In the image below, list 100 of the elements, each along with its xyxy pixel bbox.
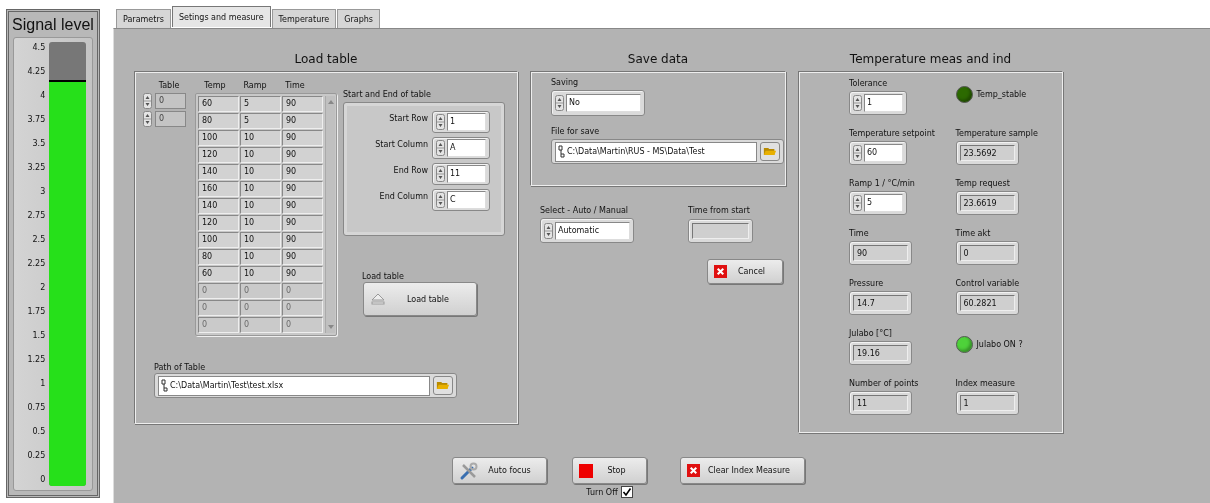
scale-label: 0.5 <box>31 427 46 437</box>
folder-icon <box>763 146 777 157</box>
table-cell[interactable]: 90 <box>282 249 323 265</box>
spin-arrows-icon[interactable] <box>555 95 564 111</box>
spin-arrows-icon[interactable] <box>436 192 445 208</box>
scale-label: 3.25 <box>26 163 46 173</box>
table-cell[interactable]: 10 <box>240 164 281 180</box>
path-field[interactable]: C:\Data\Martin\RUS - MS\Data\Test <box>555 141 757 162</box>
tab[interactable]: Parametrs <box>116 9 171 28</box>
table-cell[interactable]: 90 <box>282 181 323 197</box>
spin-arrows-icon[interactable] <box>853 195 862 211</box>
value-display: 90 <box>849 241 912 265</box>
auto-focus-button[interactable]: Auto focus <box>452 457 547 484</box>
table-cell[interactable]: 90 <box>282 164 323 180</box>
index-field[interactable]: 0 <box>155 111 186 127</box>
field-label: Path of Table <box>154 362 207 373</box>
table-cell[interactable]: 100 <box>198 130 239 146</box>
scale-label: 4.5 <box>31 43 46 53</box>
table-cell[interactable]: 10 <box>240 181 281 197</box>
clear-index-button[interactable]: Clear Index Measure <box>680 457 805 484</box>
table-cell[interactable]: 140 <box>198 198 239 214</box>
table-cell[interactable]: 90 <box>282 113 323 129</box>
table-cell[interactable]: 120 <box>198 147 239 163</box>
led-label: Julabo ON ? <box>976 339 1023 350</box>
table-cell[interactable]: 90 <box>282 215 323 231</box>
table-cell[interactable]: 80 <box>198 249 239 265</box>
load-table-button[interactable]: Load table <box>363 282 477 316</box>
field-label: Ramp 1 / °C/min <box>849 178 916 189</box>
field-label: Time akt <box>955 228 992 239</box>
value-display: 19.16 <box>849 341 912 365</box>
tab[interactable]: Temperature <box>271 9 337 28</box>
scale-label: 1.5 <box>31 331 46 341</box>
scale-label: 2.25 <box>26 259 46 269</box>
table-cell[interactable]: 100 <box>198 232 239 248</box>
table-cell[interactable]: 90 <box>282 130 323 146</box>
table-cell[interactable]: 90 <box>282 232 323 248</box>
table-cell[interactable]: 10 <box>240 198 281 214</box>
browse-button[interactable] <box>760 142 780 161</box>
scale-label: 1.25 <box>26 355 46 365</box>
field-label: Temperature setpoint <box>849 128 936 139</box>
scale-label: 0.75 <box>26 403 46 413</box>
field-label: Temp request <box>955 178 1011 189</box>
saving-selector[interactable]: No <box>551 90 645 116</box>
value-display: 60.2821 <box>955 291 1019 315</box>
cancel-button[interactable]: Cancel <box>707 259 783 284</box>
table-cell[interactable]: 10 <box>240 266 281 282</box>
index-field[interactable]: 0 <box>155 93 186 109</box>
table-cell[interactable]: 60 <box>198 266 239 282</box>
tab[interactable]: Setings and measure <box>171 6 271 27</box>
table-cell[interactable]: 120 <box>198 215 239 231</box>
spin-arrows-icon[interactable] <box>436 114 445 130</box>
field-label: Start Row <box>389 113 428 124</box>
table-cell[interactable]: 10 <box>240 215 281 231</box>
table-cell[interactable]: 80 <box>198 113 239 129</box>
table-cell[interactable]: 10 <box>240 249 281 265</box>
value-display: 23.6619 <box>955 191 1019 215</box>
table-cell[interactable]: 5 <box>240 113 281 129</box>
table-cell[interactable]: 90 <box>282 198 323 214</box>
spin-arrows-icon[interactable] <box>143 93 152 109</box>
spin-arrows-icon[interactable] <box>544 222 553 239</box>
numeric-field[interactable]: 5 <box>849 191 907 215</box>
table-cell[interactable]: 140 <box>198 164 239 180</box>
table-cell[interactable]: 60 <box>198 96 239 112</box>
field-label: Saving <box>551 77 580 88</box>
value-display: 23.5692 <box>955 141 1019 165</box>
close-icon <box>714 265 727 278</box>
table-cell[interactable]: 10 <box>240 147 281 163</box>
field-label: Select - Auto / Manual <box>540 205 630 216</box>
spin-arrows-icon[interactable] <box>436 140 445 156</box>
table-cell[interactable]: 90 <box>282 266 323 282</box>
field-label: Temperature sample <box>955 128 1039 139</box>
table-cell[interactable]: 90 <box>282 147 323 163</box>
numeric-field[interactable]: C <box>432 189 490 211</box>
scale-label: 3 <box>39 187 46 197</box>
mode-selector[interactable]: Automatic <box>540 218 634 243</box>
stop-button[interactable]: Stop <box>572 457 647 484</box>
numeric-field[interactable]: 11 <box>432 163 490 185</box>
table-cell[interactable]: 160 <box>198 181 239 197</box>
table-cell[interactable]: 90 <box>282 96 323 112</box>
browse-button[interactable] <box>433 376 453 395</box>
spin-arrows-icon[interactable] <box>436 166 445 182</box>
scale-label: 3.75 <box>26 115 46 125</box>
table-cell[interactable]: 5 <box>240 96 281 112</box>
table-cell[interactable]: 10 <box>240 130 281 146</box>
table-cell[interactable]: 10 <box>240 232 281 248</box>
spin-arrows-icon[interactable] <box>143 111 152 127</box>
tools-icon <box>459 460 479 481</box>
numeric-field[interactable]: 1 <box>849 91 907 115</box>
numeric-field[interactable]: A <box>432 137 490 159</box>
path-field[interactable]: C:\Data\Martin\Test\test.xlsx <box>158 375 430 396</box>
close-icon <box>687 464 700 477</box>
group-label: Start and End of table <box>343 89 432 100</box>
numeric-field[interactable]: 1 <box>432 111 490 133</box>
field-label: Load table <box>362 271 405 282</box>
tab[interactable]: Graphs <box>337 9 380 28</box>
spin-arrows-icon[interactable] <box>853 95 862 111</box>
numeric-field[interactable]: 60 <box>849 141 907 165</box>
spin-arrows-icon[interactable] <box>853 145 862 161</box>
scale-label: 2 <box>39 283 46 293</box>
checkbox[interactable] <box>620 486 633 498</box>
